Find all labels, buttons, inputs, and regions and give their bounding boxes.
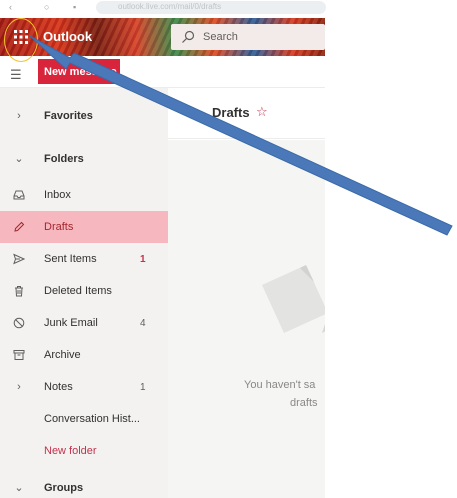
sidebar-item-new-folder[interactable]: New folder bbox=[0, 435, 168, 467]
sidebar-section-label: Favorites bbox=[44, 110, 93, 122]
sidebar-item-archive[interactable]: Archive bbox=[0, 339, 168, 371]
empty-state-message: You haven't sa bbox=[244, 379, 316, 391]
command-bar: ☰ New message bbox=[0, 56, 325, 88]
favorite-star-icon[interactable]: ☆ bbox=[256, 104, 268, 120]
chevron-right-icon[interactable]: › bbox=[13, 381, 25, 393]
sidebar-item-label: Deleted Items bbox=[44, 285, 112, 297]
app-launcher-button[interactable] bbox=[4, 18, 38, 56]
sidebar-item-label: Archive bbox=[44, 349, 81, 361]
sidebar-item-label: Inbox bbox=[44, 189, 71, 201]
sidebar-item-label: Drafts bbox=[44, 221, 74, 233]
empty-folder-illustration bbox=[262, 265, 325, 333]
sidebar-item-sent-items[interactable]: Sent Items 1 bbox=[0, 243, 168, 275]
archive-icon bbox=[13, 350, 25, 360]
sidebar-item-label: Conversation Hist... bbox=[44, 413, 140, 425]
empty-state-message-cont: drafts bbox=[290, 397, 318, 409]
chevron-down-icon[interactable]: ⌄ bbox=[13, 482, 25, 494]
send-icon bbox=[13, 253, 25, 265]
new-folder-link[interactable]: New folder bbox=[44, 445, 97, 457]
search-box[interactable]: Search bbox=[171, 24, 325, 50]
item-count: 1 bbox=[140, 381, 146, 393]
browser-back-icon[interactable]: ‹ bbox=[9, 2, 12, 12]
app-header: Outlook Search bbox=[0, 18, 325, 56]
sidebar-section-favorites[interactable]: › Favorites bbox=[0, 100, 168, 132]
message-list-header: Drafts ☆ bbox=[168, 88, 325, 139]
message-list: You haven't sa drafts bbox=[168, 140, 325, 498]
sidebar-item-label: Junk Email bbox=[44, 317, 98, 329]
sidebar-item-notes[interactable]: › Notes 1 bbox=[0, 371, 168, 403]
browser-toolbar: ‹ ○ ▪ outlook.live.com/mail/0/drafts bbox=[0, 0, 457, 18]
chevron-right-icon[interactable]: › bbox=[13, 110, 25, 122]
app-brand[interactable]: Outlook bbox=[43, 29, 92, 44]
block-icon bbox=[13, 317, 25, 329]
folder-title: Drafts bbox=[212, 105, 250, 120]
browser-refresh-icon[interactable]: ○ bbox=[44, 2, 49, 12]
sidebar-item-junk-email[interactable]: Junk Email 4 bbox=[0, 307, 168, 339]
search-icon bbox=[182, 30, 195, 43]
trash-icon bbox=[15, 286, 23, 297]
sidebar-item-label: Notes bbox=[44, 381, 73, 393]
pencil-icon bbox=[14, 221, 25, 232]
sidebar-item-drafts[interactable]: Drafts bbox=[0, 211, 168, 243]
search-input[interactable]: Search bbox=[203, 31, 238, 43]
hamburger-menu-icon[interactable]: ☰ bbox=[10, 67, 22, 83]
sidebar-section-label: Groups bbox=[44, 482, 84, 494]
address-bar-text: outlook.live.com/mail/0/drafts bbox=[118, 2, 222, 11]
waffle-grid-icon bbox=[14, 30, 28, 44]
sidebar-item-deleted-items[interactable]: Deleted Items bbox=[0, 275, 168, 307]
sidebar-item-label: Sent Items bbox=[44, 253, 97, 265]
sidebar-section-label: Folders bbox=[44, 153, 84, 165]
inbox-icon bbox=[13, 190, 25, 200]
folder-pane: › Favorites ⌄ Folders Inbox Drafts Sent … bbox=[0, 88, 168, 498]
unread-count: 1 bbox=[140, 253, 146, 265]
item-count: 4 bbox=[140, 317, 146, 329]
new-message-button[interactable]: New message bbox=[38, 59, 120, 84]
sidebar-item-inbox[interactable]: Inbox bbox=[0, 179, 168, 211]
sidebar-section-folders[interactable]: ⌄ Folders bbox=[0, 143, 168, 175]
browser-lock-icon: ▪ bbox=[73, 2, 77, 12]
sidebar-item-conversation-history[interactable]: Conversation Hist... bbox=[0, 403, 168, 435]
address-bar[interactable]: outlook.live.com/mail/0/drafts bbox=[96, 1, 326, 14]
sidebar-section-groups[interactable]: ⌄ Groups bbox=[0, 472, 168, 498]
chevron-down-icon[interactable]: ⌄ bbox=[13, 153, 25, 165]
